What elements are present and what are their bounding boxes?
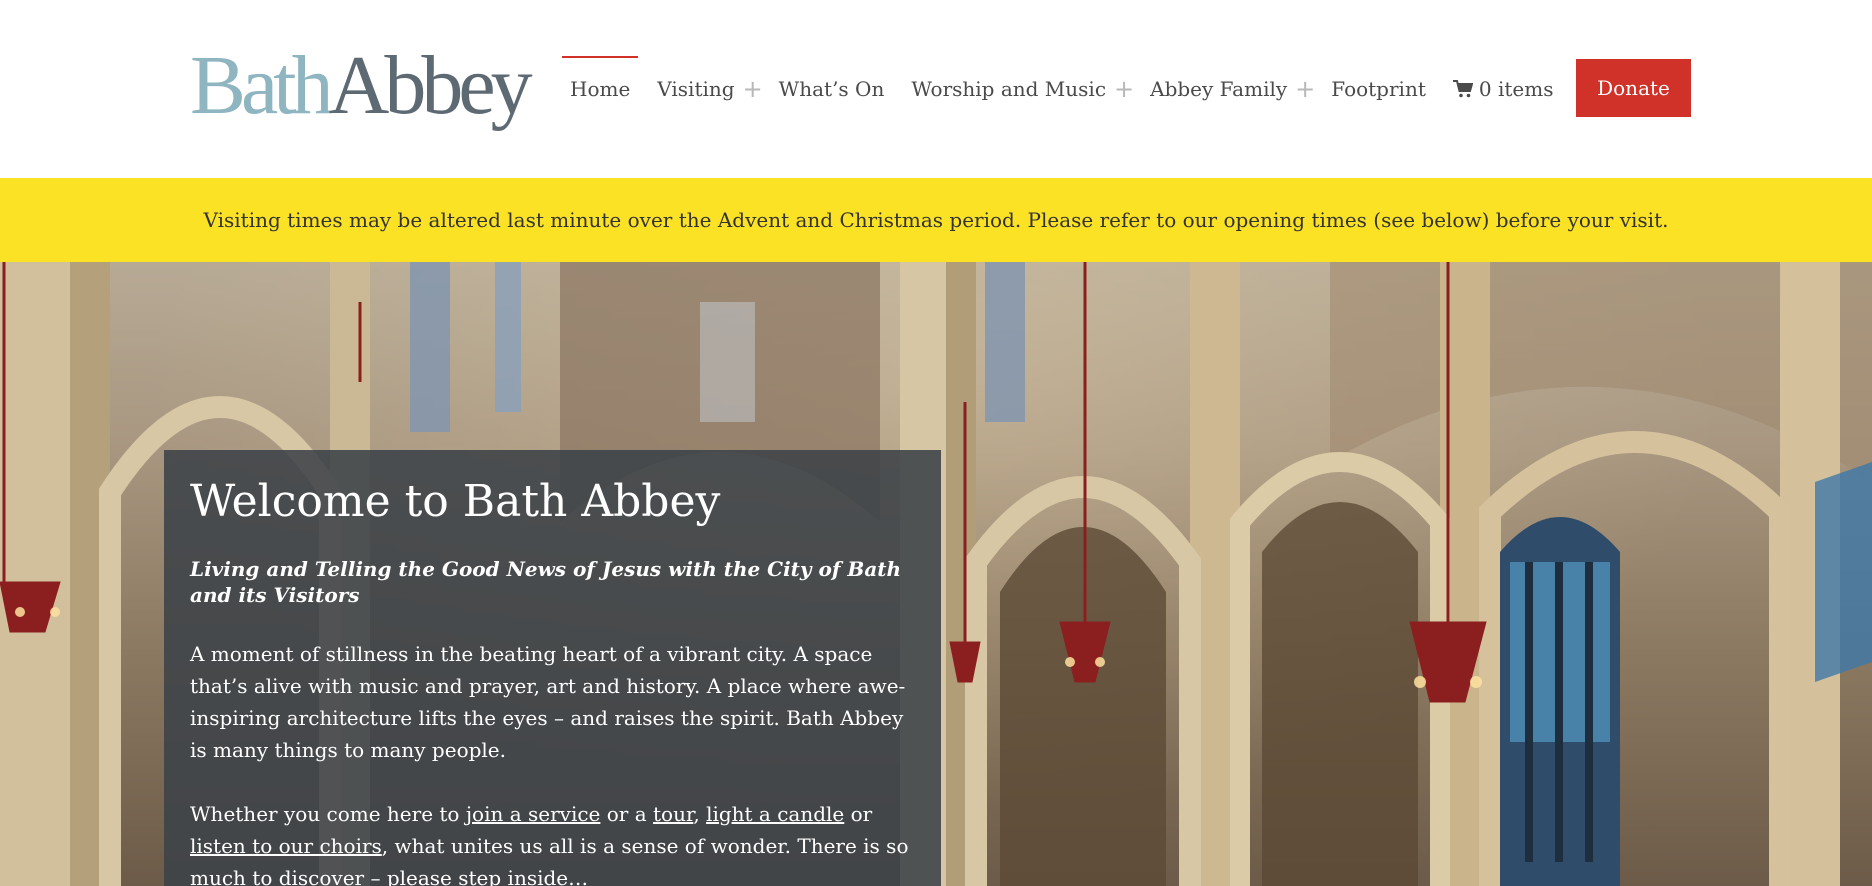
welcome-panel: Welcome to Bath Abbey Living and Telling… [164,450,941,886]
notice-text: Visiting times may be altered last minut… [203,208,1669,232]
main-navigation: Home Visiting + What’s On Worship and Mu… [562,56,1561,122]
welcome-tagline: Living and Telling the Good News of Jesu… [190,557,902,608]
cart-count: 0 items [1478,77,1554,101]
p2-or-second: or [844,802,873,827]
p2-comma: , [693,802,707,827]
welcome-title: Welcome to Bath Abbey [190,476,721,527]
welcome-paragraph-links: Whether you come here to join a service … [190,798,915,886]
expand-plus-icon[interactable]: + [743,77,763,101]
welcome-paragraph-intro: A moment of stillness in the beating hea… [190,642,906,763]
listen-to-our-choirs-link[interactable]: listen to our choirs [190,834,382,858]
bath-abbey-logo[interactable]: Bath Abbey [190,38,533,132]
logo-text-abbey: Abbey [328,39,533,132]
p2-intro: Whether you come here to [190,802,466,827]
donate-button[interactable]: Donate [1576,59,1691,117]
tour-link[interactable]: tour [653,802,693,826]
hero-abbey-interior-image: Welcome to Bath Abbey Living and Telling… [0,262,1872,886]
nav-label-abbey-family: Abbey Family [1150,77,1288,101]
nav-item-whats-on[interactable]: What’s On [771,56,893,122]
nav-item-footprint[interactable]: Footprint [1323,56,1434,122]
light-a-candle-link[interactable]: light a candle [706,802,844,826]
nav-label-worship-and-music: Worship and Music [911,77,1107,101]
cart-icon [1452,80,1473,98]
site-header: Bath Abbey Home Visiting + What’s On Wors… [0,0,1872,178]
join-a-service-link[interactable]: join a service [466,802,601,826]
expand-plus-icon[interactable]: + [1114,77,1134,101]
cart-link[interactable]: 0 items [1445,56,1562,122]
p2-or: or a [600,802,654,827]
logo-text-bath: Bath [190,39,334,132]
nav-item-visiting[interactable]: Visiting + [649,56,770,122]
nav-item-worship-and-music[interactable]: Worship and Music + [903,56,1142,122]
nav-item-home[interactable]: Home [562,56,639,122]
nav-label-home: Home [570,77,631,101]
nav-item-abbey-family[interactable]: Abbey Family + [1142,56,1323,122]
notice-banner: Visiting times may be altered last minut… [0,178,1872,262]
nav-label-whats-on: What’s On [778,77,885,101]
nav-label-visiting: Visiting [657,77,735,101]
expand-plus-icon[interactable]: + [1295,77,1315,101]
nav-label-footprint: Footprint [1331,77,1426,101]
